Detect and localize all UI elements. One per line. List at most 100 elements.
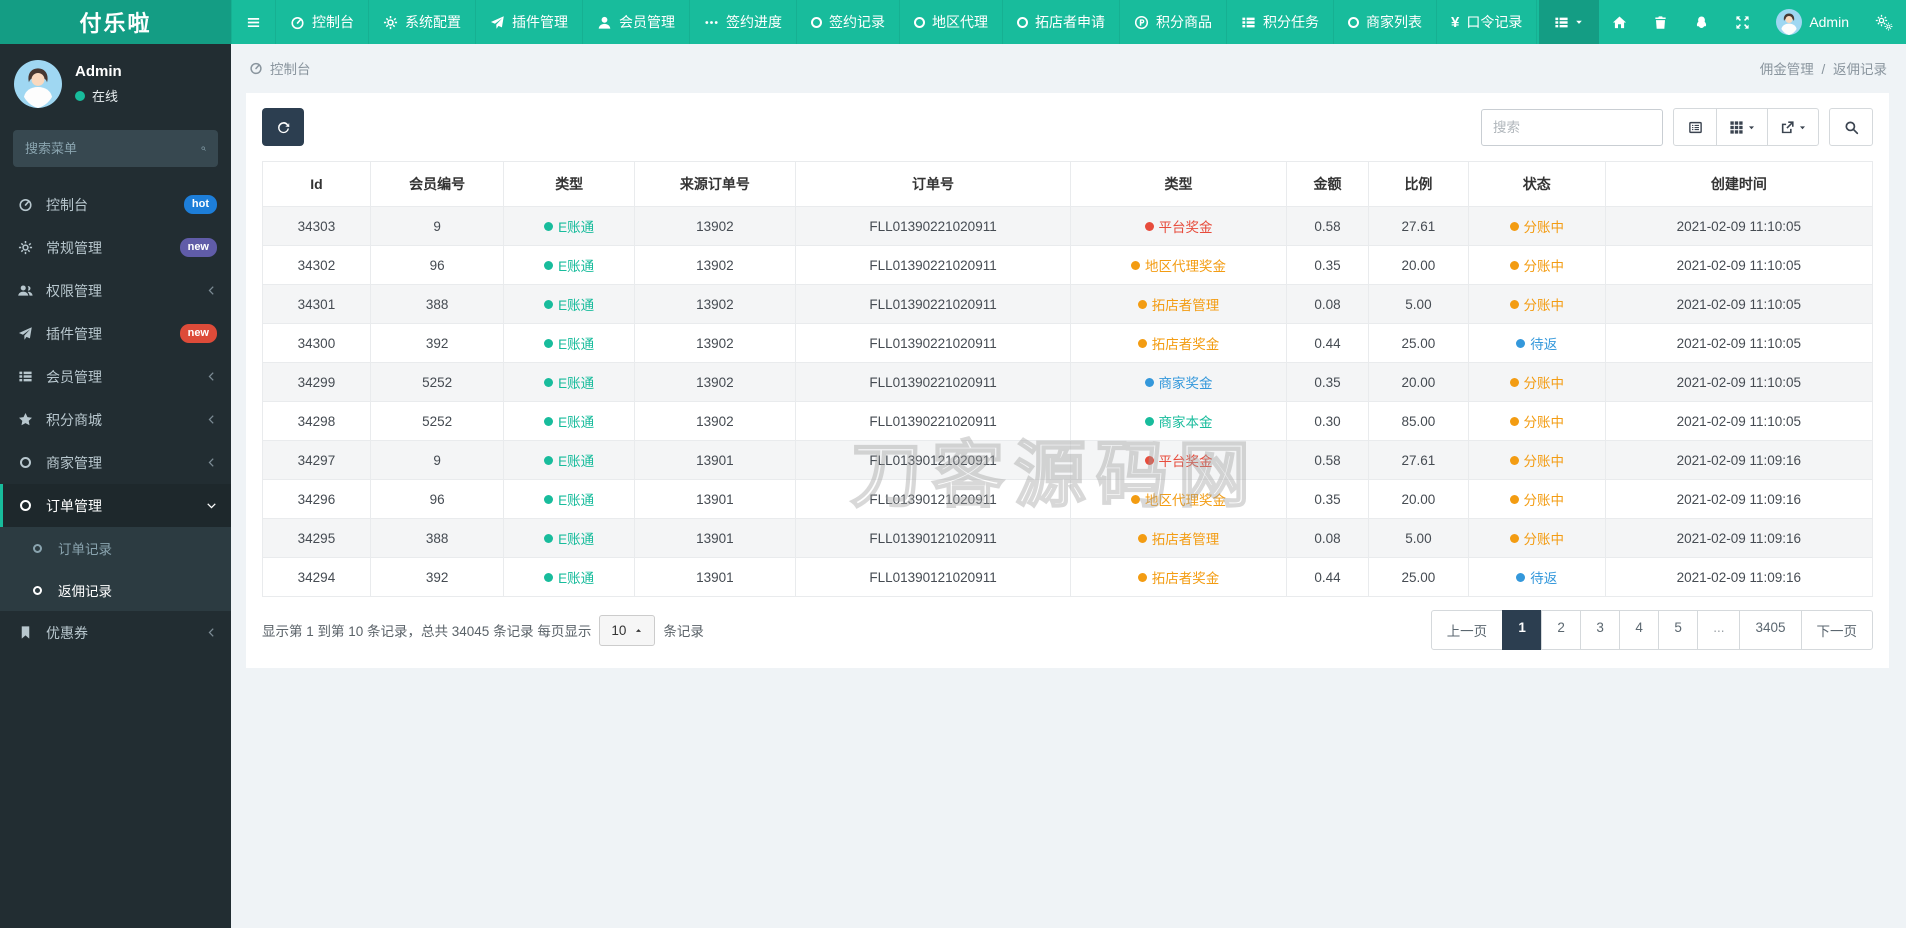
row-status[interactable]: 分账中 bbox=[1467, 245, 1606, 285]
sidebar-item-commission-records[interactable]: 返佣记录 bbox=[0, 569, 231, 611]
row-category[interactable]: 地区代理奖金 bbox=[1070, 245, 1287, 285]
row-ratio: 5.00 bbox=[1368, 284, 1469, 324]
row-type[interactable]: E账通 bbox=[503, 518, 635, 558]
clear-cache-button[interactable] bbox=[1640, 0, 1681, 44]
top-menu-item-points-tasks[interactable]: 积分任务 bbox=[1227, 0, 1334, 44]
export-button[interactable] bbox=[1767, 108, 1819, 146]
top-menu-item-contract-progress[interactable]: 签约进度 bbox=[690, 0, 797, 44]
row-status[interactable]: 待返 bbox=[1467, 557, 1606, 597]
row-category[interactable]: 商家奖金 bbox=[1070, 362, 1287, 402]
row-status[interactable]: 分账中 bbox=[1467, 440, 1606, 480]
user-status: 在线 bbox=[75, 86, 122, 105]
row-status[interactable]: 分账中 bbox=[1467, 206, 1606, 246]
sidebar-item-dashboard[interactable]: 控制台 hot bbox=[0, 183, 231, 226]
top-menu-item-points-goods[interactable]: 积分商品 bbox=[1120, 0, 1227, 44]
sidebar-item-orders[interactable]: 订单管理 bbox=[0, 484, 231, 527]
row-category[interactable]: 拓店者奖金 bbox=[1070, 557, 1287, 597]
search-icon[interactable] bbox=[201, 142, 206, 155]
column-header-source-order[interactable]: 来源订单号 bbox=[633, 161, 796, 207]
bars-icon bbox=[246, 15, 261, 30]
export-icon bbox=[1780, 120, 1795, 135]
fullscreen-button[interactable] bbox=[1722, 0, 1763, 44]
column-header-status[interactable]: 状态 bbox=[1467, 161, 1606, 207]
row-type[interactable]: E账通 bbox=[503, 362, 635, 402]
sidebar-item-merchants[interactable]: 商家管理 bbox=[0, 441, 231, 484]
page-button-2[interactable]: 2 bbox=[1541, 610, 1582, 650]
page-button-5[interactable]: 5 bbox=[1658, 610, 1699, 650]
qq-button[interactable] bbox=[1681, 0, 1722, 44]
top-menu-item-shop-developer-apply[interactable]: 拓店者申请 bbox=[1003, 0, 1120, 44]
row-status[interactable]: 分账中 bbox=[1467, 284, 1606, 324]
column-header-id[interactable]: Id bbox=[262, 161, 371, 207]
top-menu-item-password-records[interactable]: ¥ 口令记录 bbox=[1437, 0, 1538, 44]
row-id: 34297 bbox=[262, 440, 371, 480]
layout-dropdown-button[interactable] bbox=[1539, 0, 1600, 44]
column-header-ratio[interactable]: 比例 bbox=[1368, 161, 1469, 207]
sidebar-item-order-records[interactable]: 订单记录 bbox=[0, 527, 231, 569]
column-header-member[interactable]: 会员编号 bbox=[369, 161, 505, 207]
row-category[interactable]: 商家本金 bbox=[1070, 401, 1287, 441]
brand-logo[interactable]: 付乐啦 bbox=[0, 0, 231, 44]
column-header-amount[interactable]: 金额 bbox=[1285, 161, 1370, 207]
row-type[interactable]: E账通 bbox=[503, 479, 635, 519]
sidebar-item-points-mall[interactable]: 积分商城 bbox=[0, 398, 231, 441]
top-menu-item-system-config[interactable]: 系统配置 bbox=[369, 0, 476, 44]
row-status[interactable]: 分账中 bbox=[1467, 518, 1606, 558]
column-header-type[interactable]: 类型 bbox=[503, 161, 635, 207]
column-header-created[interactable]: 创建时间 bbox=[1604, 161, 1874, 207]
next-page-button[interactable]: 下一页 bbox=[1800, 610, 1873, 650]
detail-view-button[interactable] bbox=[1673, 108, 1717, 146]
column-header-category[interactable]: 类型 bbox=[1070, 161, 1287, 207]
sidebar-item-general[interactable]: 常规管理 new bbox=[0, 226, 231, 269]
top-menu-item-plugins[interactable]: 插件管理 bbox=[476, 0, 583, 44]
settings-button[interactable] bbox=[1862, 0, 1906, 44]
row-type[interactable]: E账通 bbox=[503, 284, 635, 324]
table-search-input[interactable] bbox=[1481, 108, 1663, 146]
row-category[interactable]: 平台奖金 bbox=[1070, 206, 1287, 246]
top-menu-item-contract-records[interactable]: 签约记录 bbox=[797, 0, 900, 44]
row-type[interactable]: E账通 bbox=[503, 323, 635, 363]
top-menu-item-region-agent[interactable]: 地区代理 bbox=[900, 0, 1003, 44]
page-button-3[interactable]: 3 bbox=[1580, 610, 1621, 650]
sidebar-toggle-button[interactable] bbox=[231, 0, 276, 44]
sidebar-item-plugins[interactable]: 插件管理 new bbox=[0, 312, 231, 355]
page-button-3405[interactable]: 3405 bbox=[1739, 610, 1802, 650]
pagination-info: 显示第 1 到第 10 条记录，总共 34045 条记录 每页显示 10 条记录 bbox=[262, 614, 704, 646]
row-category[interactable]: 拓店者奖金 bbox=[1070, 323, 1287, 363]
row-type[interactable]: E账通 bbox=[503, 245, 635, 285]
prev-page-button[interactable]: 上一页 bbox=[1430, 610, 1504, 650]
row-type[interactable]: E账通 bbox=[503, 401, 635, 441]
row-category[interactable]: 拓店者管理 bbox=[1070, 284, 1287, 324]
column-header-order-no[interactable]: 订单号 bbox=[794, 161, 1072, 207]
sidebar-item-permissions[interactable]: 权限管理 bbox=[0, 269, 231, 312]
sidebar-item-coupons[interactable]: 优惠券 bbox=[0, 611, 231, 654]
row-category[interactable]: 地区代理奖金 bbox=[1070, 479, 1287, 519]
row-type[interactable]: E账通 bbox=[503, 557, 635, 597]
row-type[interactable]: E账通 bbox=[503, 440, 635, 480]
refresh-button[interactable] bbox=[262, 108, 304, 146]
row-status[interactable]: 分账中 bbox=[1467, 479, 1606, 519]
page-button-4[interactable]: 4 bbox=[1619, 610, 1660, 650]
top-menu-label: 签约记录 bbox=[829, 14, 885, 30]
top-menu-item-dashboard[interactable]: 控制台 bbox=[276, 0, 369, 44]
row-status[interactable]: 分账中 bbox=[1467, 362, 1606, 402]
row-type[interactable]: E账通 bbox=[503, 206, 635, 246]
user-menu[interactable]: Admin bbox=[1763, 0, 1862, 44]
home-button[interactable] bbox=[1599, 0, 1640, 44]
page-button-1[interactable]: 1 bbox=[1502, 610, 1543, 650]
row-status[interactable]: 待返 bbox=[1467, 323, 1606, 363]
row-category[interactable]: 拓店者管理 bbox=[1070, 518, 1287, 558]
breadcrumb-left[interactable]: 控制台 bbox=[249, 58, 311, 78]
row-ratio: 20.00 bbox=[1368, 245, 1469, 285]
row-category[interactable]: 平台奖金 bbox=[1070, 440, 1287, 480]
row-status[interactable]: 分账中 bbox=[1467, 401, 1606, 441]
columns-button[interactable] bbox=[1716, 108, 1768, 146]
search-toggle-button[interactable] bbox=[1829, 108, 1873, 146]
page-size-select[interactable]: 10 bbox=[599, 614, 656, 646]
breadcrumb-parent[interactable]: 佣金管理 bbox=[1760, 62, 1814, 77]
top-menu-item-members[interactable]: 会员管理 bbox=[583, 0, 690, 44]
sidebar-search-input[interactable] bbox=[25, 141, 201, 156]
columns-icon bbox=[1729, 120, 1744, 135]
top-menu-item-merchant-list[interactable]: 商家列表 bbox=[1334, 0, 1437, 44]
sidebar-item-members[interactable]: 会员管理 bbox=[0, 355, 231, 398]
